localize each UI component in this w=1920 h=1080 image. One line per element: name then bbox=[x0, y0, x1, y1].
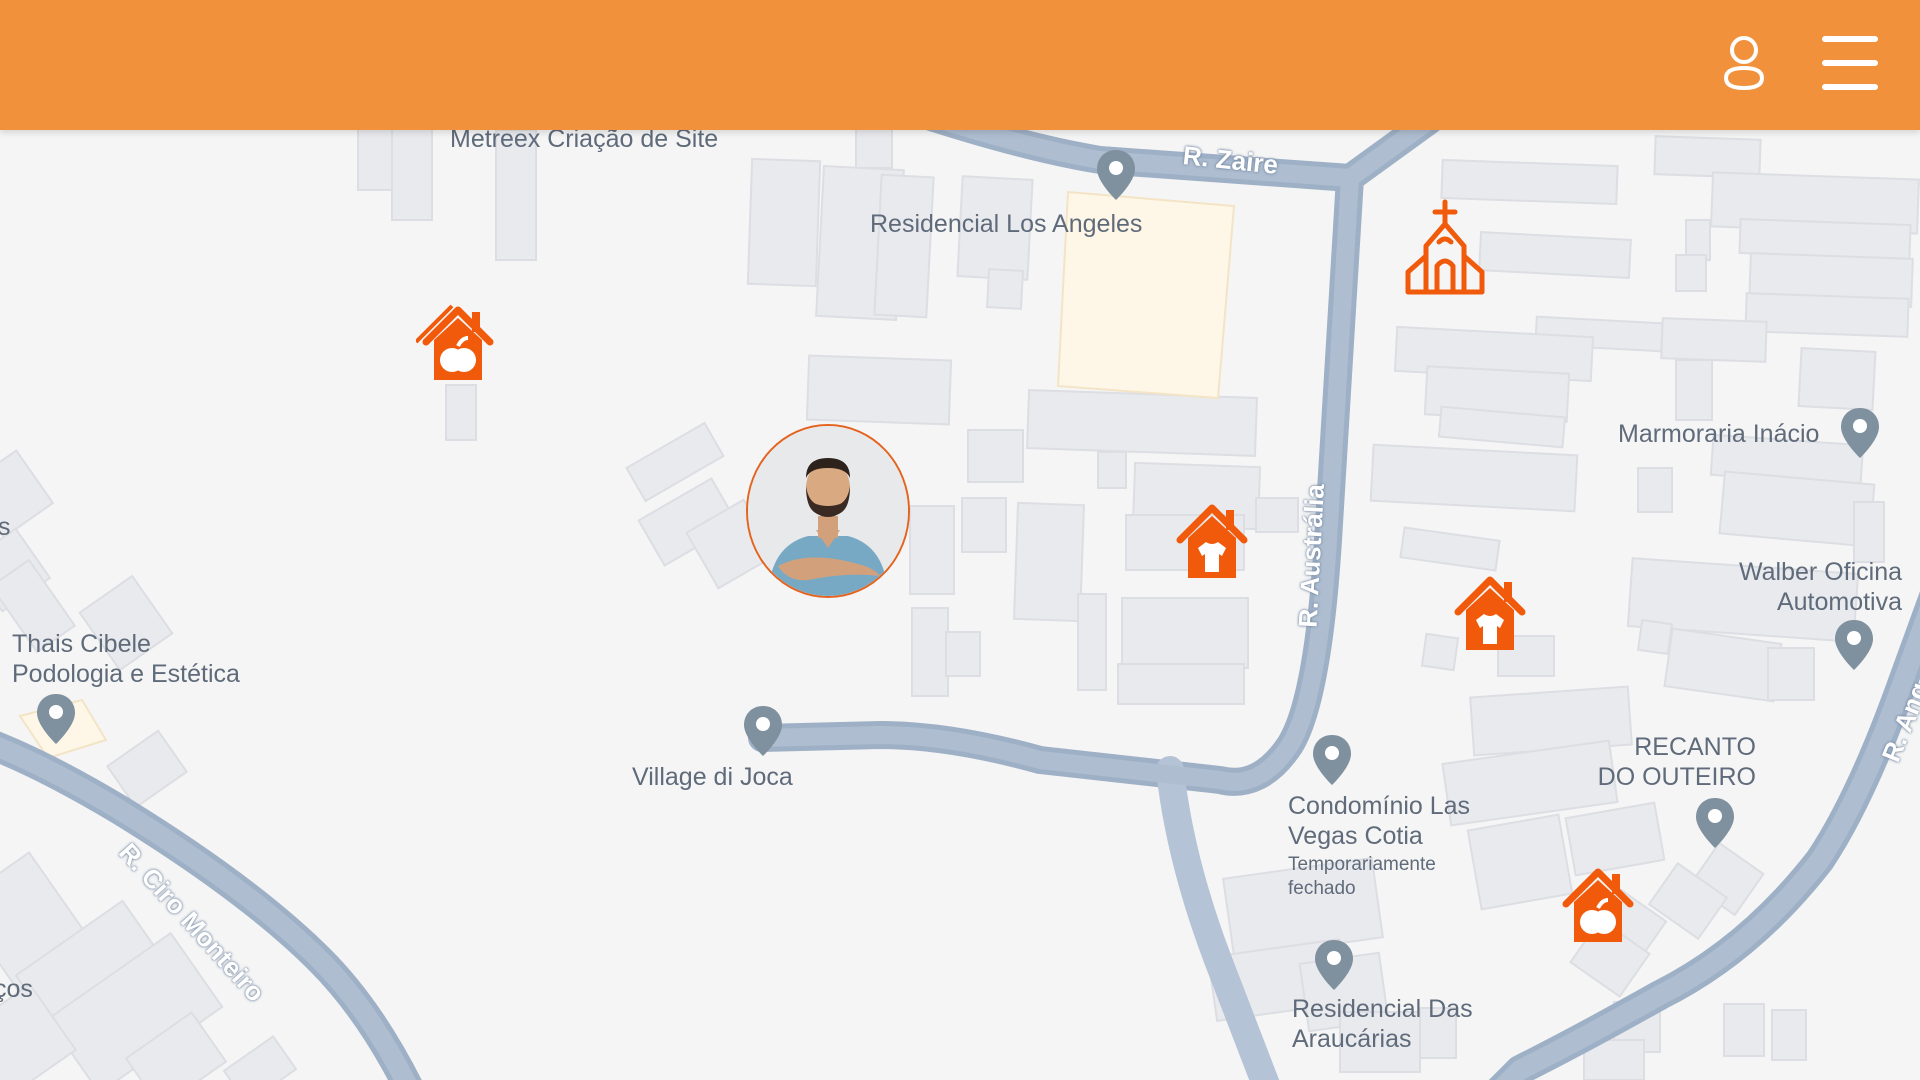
place-label-village-di-joca: Village di Joca bbox=[632, 763, 793, 791]
map-pin-icon[interactable] bbox=[35, 692, 77, 746]
place-label-recanto-do-outeiro: RECANTO DO OUTEIRO bbox=[1597, 733, 1756, 791]
place-label-residencial-los-angeles: Residencial Los Angeles bbox=[870, 210, 1143, 238]
house-apple-icon[interactable] bbox=[1556, 860, 1640, 950]
church-icon[interactable] bbox=[1402, 198, 1488, 296]
house-apple-icon[interactable] bbox=[414, 302, 500, 384]
place-status-temporariamente-fechado: Temporariamente fechado bbox=[1288, 854, 1436, 899]
map-pin-icon[interactable] bbox=[742, 704, 784, 758]
place-label-marmoraria-inacio: Marmoraria Inácio bbox=[1618, 420, 1820, 448]
hamburger-menu-icon[interactable] bbox=[1814, 28, 1886, 100]
map-pin-icon[interactable] bbox=[1839, 406, 1881, 460]
map-pin-icon[interactable] bbox=[1833, 618, 1875, 672]
edge-label-left-top: s bbox=[0, 513, 11, 541]
place-label-thais-cibele: Thais Cibele Podologia e Estética bbox=[12, 630, 240, 688]
map-pin-icon[interactable] bbox=[1694, 796, 1736, 850]
place-label-residencial-das-araucarias: Residencial Das Araucárias bbox=[1292, 995, 1473, 1053]
house-shirt-icon[interactable] bbox=[1448, 568, 1532, 658]
map-pin-icon[interactable] bbox=[1313, 938, 1355, 992]
app-header bbox=[0, 0, 1920, 130]
house-shirt-icon[interactable] bbox=[1170, 500, 1254, 582]
map-pin-icon[interactable] bbox=[1095, 148, 1137, 202]
user-avatar-photo[interactable] bbox=[746, 424, 910, 598]
place-label-walber-oficina: Walber Oficina Automotiva bbox=[1738, 558, 1902, 616]
map-pin-icon[interactable] bbox=[1311, 733, 1353, 787]
edge-label-left-bottom: ços bbox=[0, 975, 33, 1003]
user-profile-icon[interactable] bbox=[1708, 28, 1780, 100]
place-label-condominio-las-vegas: Condomínio Las Vegas Cotia bbox=[1288, 792, 1471, 850]
